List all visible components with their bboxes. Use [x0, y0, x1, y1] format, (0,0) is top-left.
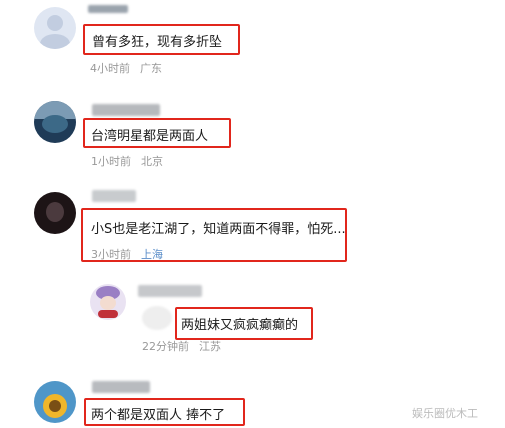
sticker-image [142, 306, 172, 330]
highlight-box [175, 307, 313, 340]
comment-time: 3小时前 [91, 248, 131, 261]
username-blurred[interactable] [138, 285, 202, 297]
highlight-box [84, 398, 245, 426]
comment-location: 上海 [141, 248, 163, 261]
avatar[interactable] [34, 7, 76, 49]
highlight-box [83, 24, 240, 55]
watermark-text: 娱乐圈优木工 [412, 407, 478, 420]
comment-time: 22分钟前 [142, 340, 189, 353]
avatar[interactable] [34, 381, 76, 423]
comment-meta: 1小时前 北京 [91, 153, 163, 169]
comment-meta: 3小时前 上海 [91, 246, 163, 262]
comment-location: 广东 [140, 62, 162, 75]
comment-time: 1小时前 [91, 155, 131, 168]
username-blurred[interactable] [92, 381, 150, 393]
comment-meta: 4小时前 广东 [90, 60, 162, 76]
avatar[interactable] [34, 101, 76, 143]
avatar[interactable] [90, 284, 126, 320]
avatar[interactable] [34, 192, 76, 234]
comment-meta: 22分钟前 江苏 [142, 338, 221, 354]
comment-location: 江苏 [199, 340, 221, 353]
comment-location: 北京 [141, 155, 163, 168]
username-blurred[interactable] [88, 5, 128, 13]
username-blurred[interactable] [92, 104, 160, 116]
comment-time: 4小时前 [90, 62, 130, 75]
highlight-box [83, 118, 231, 148]
username-blurred[interactable] [92, 190, 136, 202]
